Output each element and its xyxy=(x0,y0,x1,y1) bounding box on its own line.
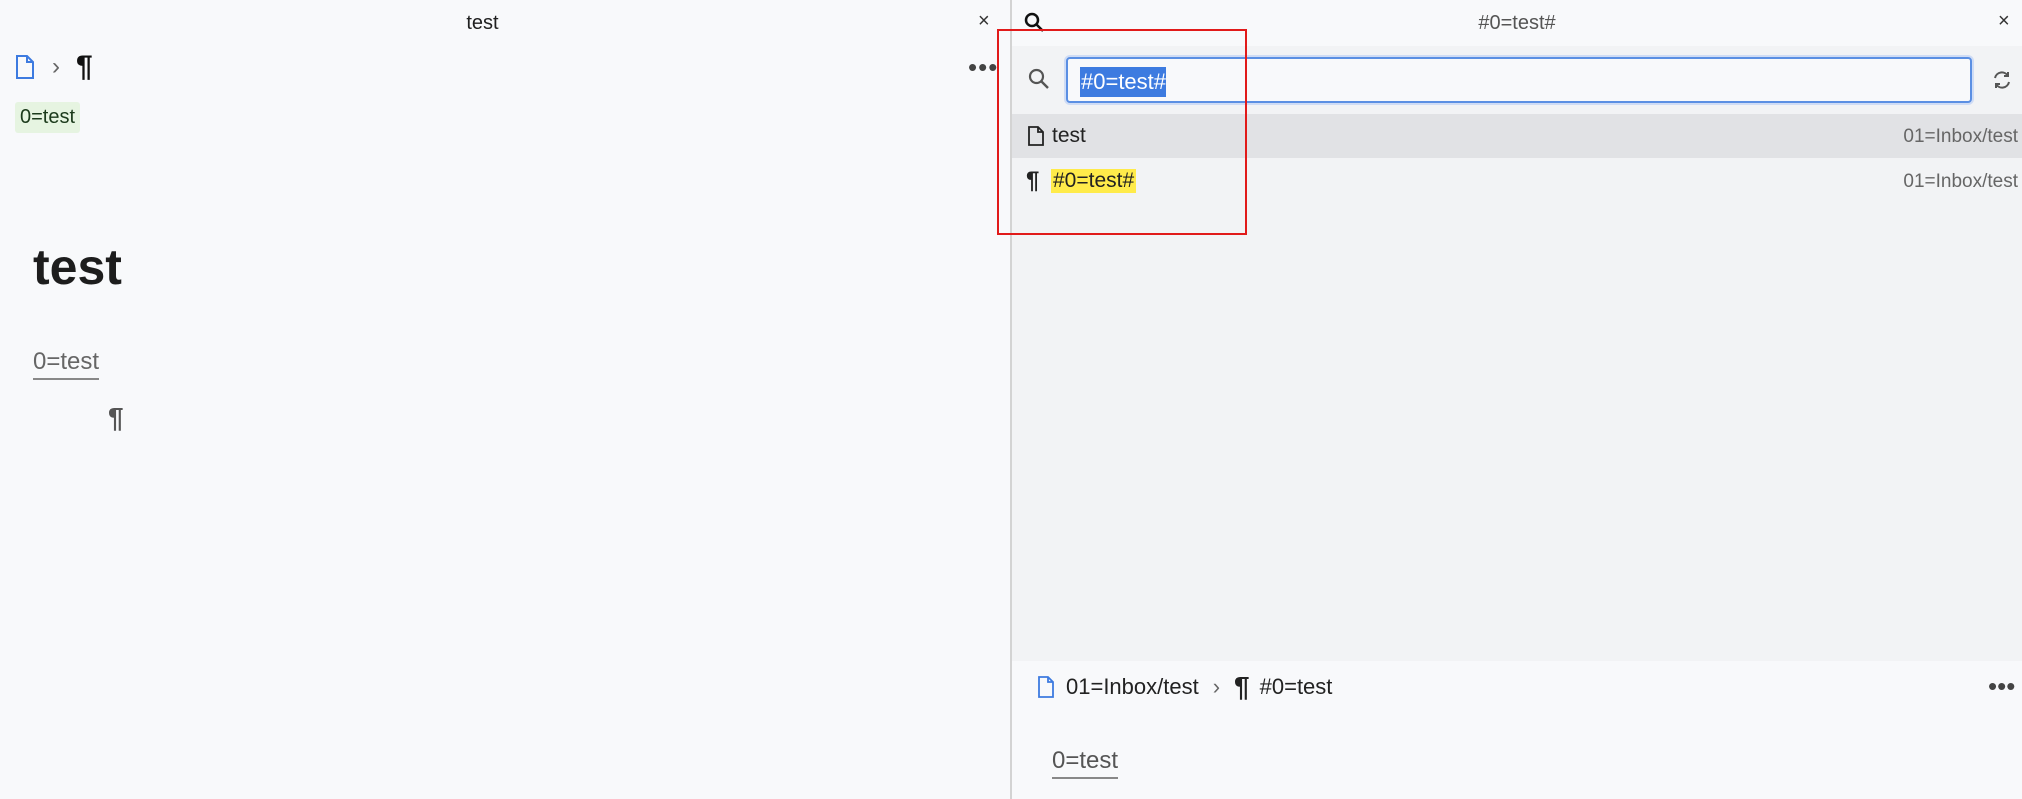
more-options-button[interactable]: ••• xyxy=(968,52,998,83)
preview-breadcrumb: 01=Inbox/test › ¶ #0=test xyxy=(1036,671,1332,703)
close-tab-button[interactable]: × xyxy=(978,10,990,33)
more-options-button[interactable]: ••• xyxy=(1988,671,2015,702)
preview-block-label[interactable]: #0=test xyxy=(1260,674,1333,700)
preview-link[interactable]: 0=test xyxy=(1052,747,1119,779)
document-title[interactable]: test xyxy=(33,238,122,296)
result-path: 01=Inbox/test xyxy=(1903,126,2018,147)
paragraph-block-icon[interactable]: ¶ xyxy=(108,402,124,434)
file-icon[interactable] xyxy=(1036,675,1056,699)
close-search-button[interactable]: × xyxy=(1998,10,2010,33)
editor-pane: test × › ¶ ••• 0=test test 0=test ¶ xyxy=(0,0,1010,799)
chevron-right-icon: › xyxy=(1212,674,1221,699)
refresh-icon[interactable] xyxy=(1990,68,2014,92)
pilcrow-icon[interactable]: ¶ xyxy=(76,50,93,84)
document-link[interactable]: 0=test xyxy=(33,348,100,380)
breadcrumb: › ¶ xyxy=(14,50,93,84)
preview-path[interactable]: 01=Inbox/test xyxy=(1066,674,1199,700)
result-preview: 01=Inbox/test › ¶ #0=test ••• 0=test xyxy=(1012,661,2022,799)
annotation-highlight-box xyxy=(997,29,1247,235)
file-icon[interactable] xyxy=(14,54,36,80)
tag-chip[interactable]: 0=test xyxy=(15,102,81,133)
pilcrow-icon: ¶ xyxy=(1234,671,1250,702)
tab-title[interactable]: test xyxy=(0,12,965,35)
result-path: 01=Inbox/test xyxy=(1903,171,2018,192)
chevron-right-icon: › xyxy=(52,53,60,80)
